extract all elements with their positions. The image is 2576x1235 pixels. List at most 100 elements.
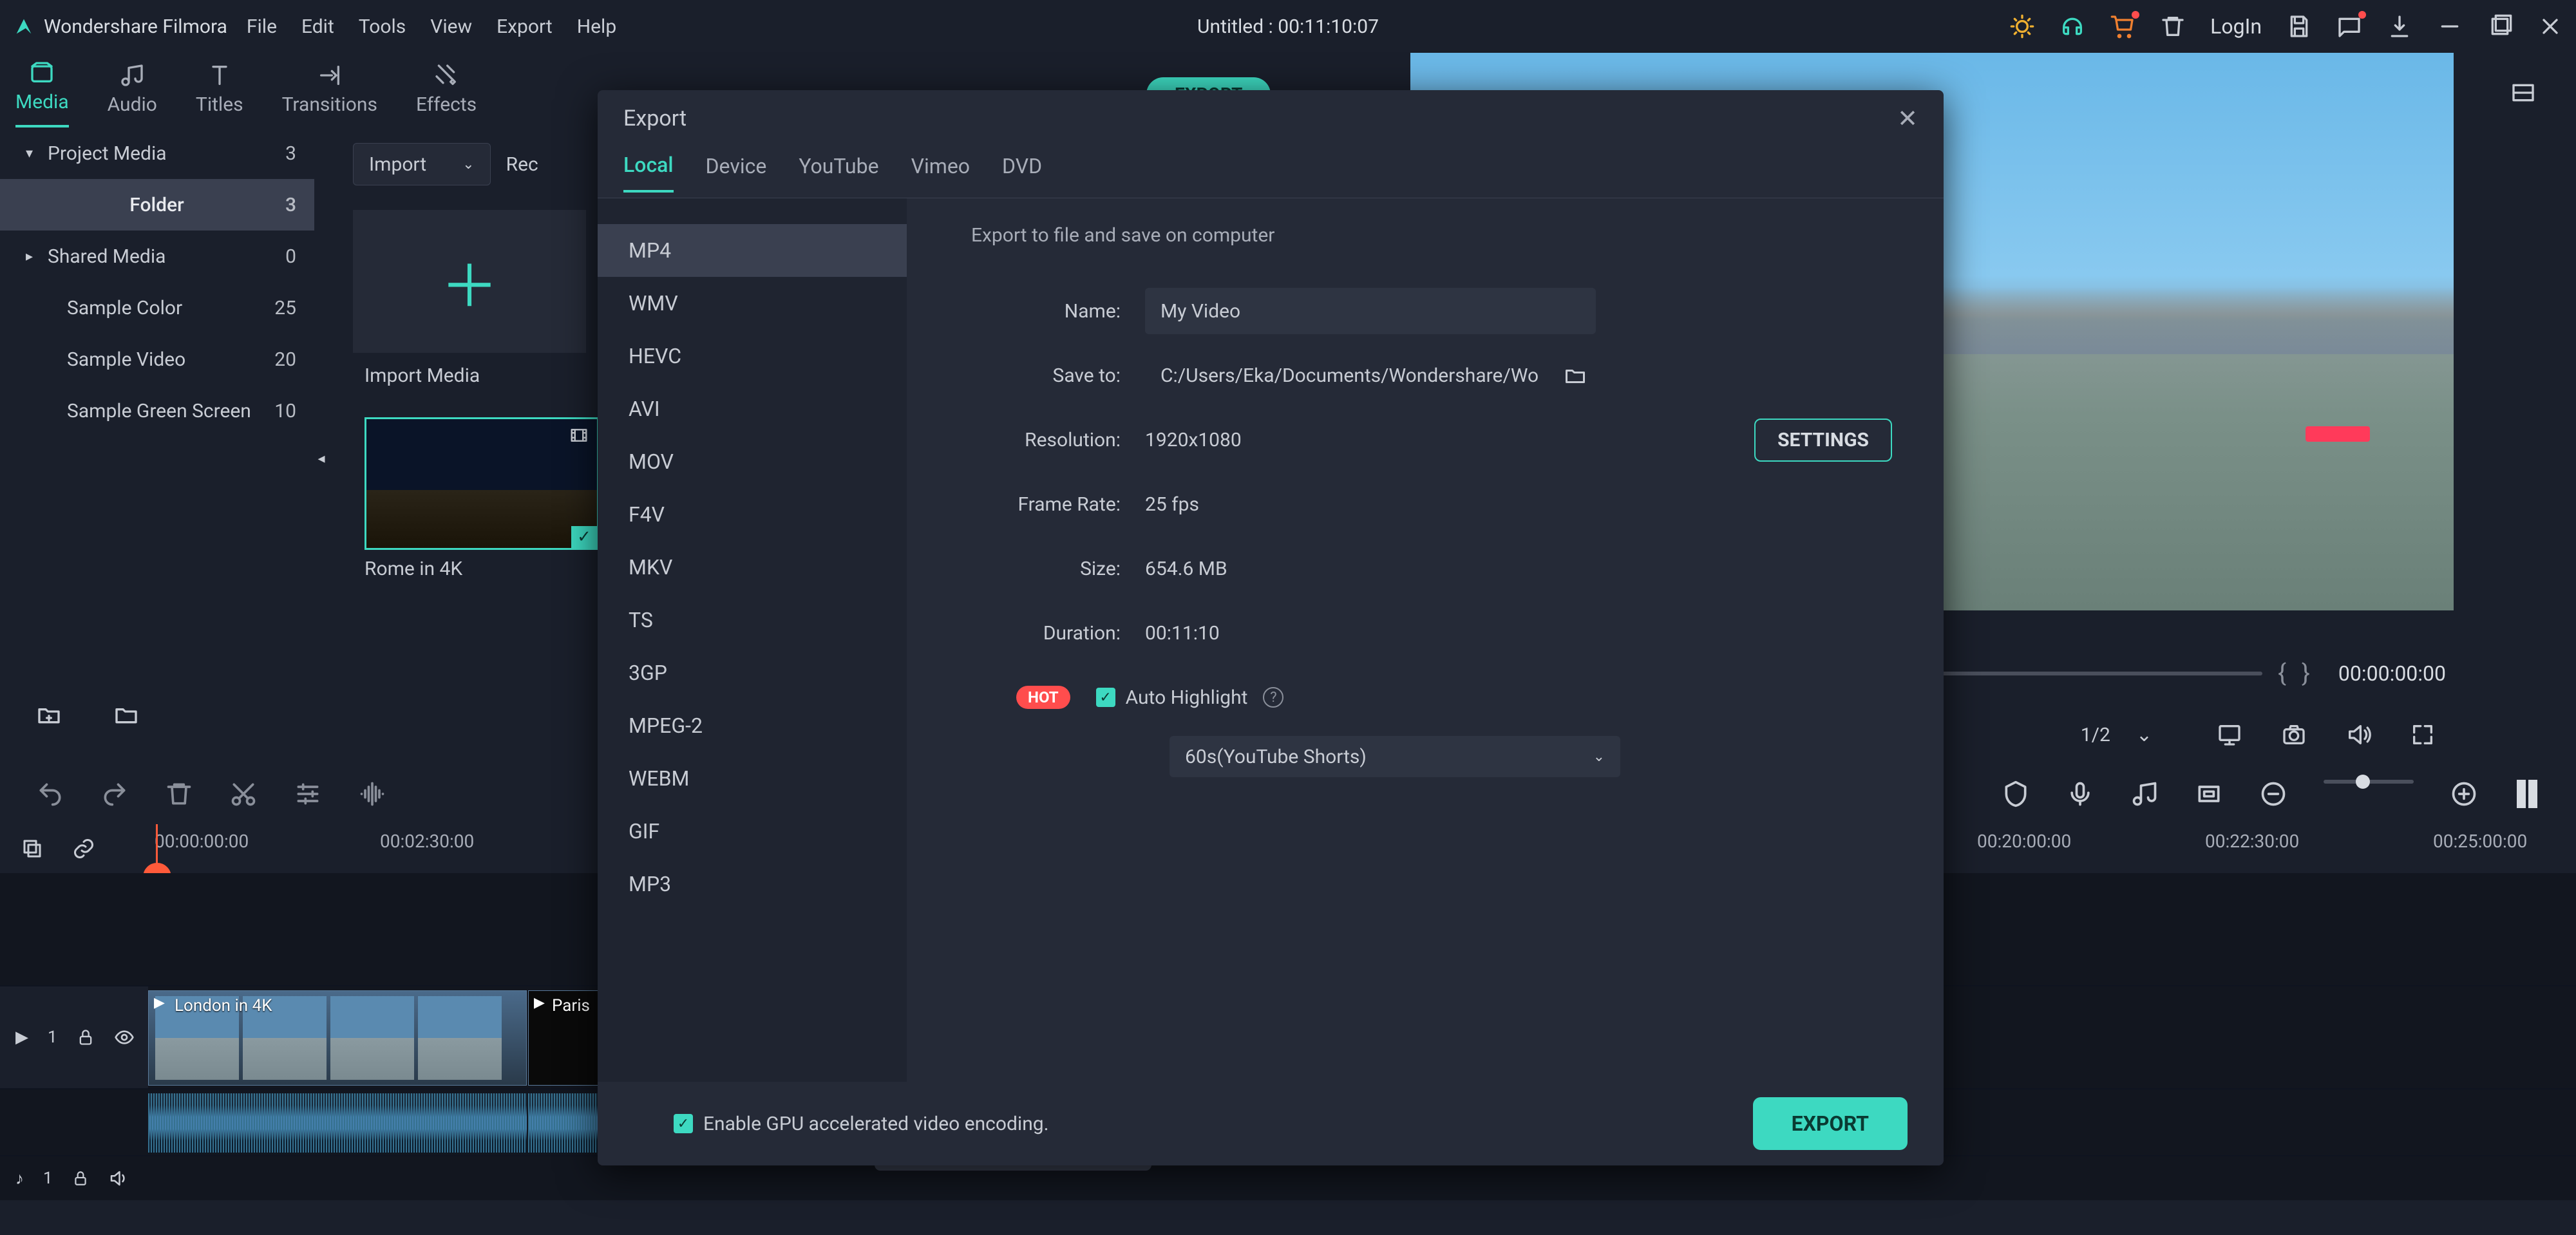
format-wmv[interactable]: WMV (598, 277, 907, 330)
adjust-icon[interactable] (294, 780, 322, 808)
export-tab-local[interactable]: Local (623, 153, 674, 193)
clip-thumbnail[interactable]: ✓ (365, 417, 599, 550)
tab-transitions[interactable]: Transitions (282, 62, 377, 127)
cart-icon[interactable] (2110, 14, 2136, 39)
support-icon[interactable] (2060, 14, 2085, 39)
zoom-slider[interactable] (2324, 780, 2414, 784)
monitor-icon[interactable] (2217, 722, 2242, 748)
lock-icon[interactable] (77, 1028, 95, 1046)
timeline-clip-paris[interactable]: ▶ Paris (528, 990, 599, 1086)
new-folder-icon[interactable] (36, 702, 62, 728)
auto-highlight-checkbox[interactable]: ✓ (1096, 688, 1115, 707)
menu-tools[interactable]: Tools (359, 15, 406, 38)
export-tab-youtube[interactable]: YouTube (799, 154, 878, 191)
format-mpeg2[interactable]: MPEG-2 (598, 699, 907, 752)
sidebar-count: 3 (285, 142, 296, 165)
eye-icon[interactable] (114, 1027, 135, 1048)
format-hevc[interactable]: HEVC (598, 330, 907, 382)
export-tab-dvd[interactable]: DVD (1002, 154, 1042, 191)
sidebar-item-shared-media[interactable]: ▸ Shared Media 0 (0, 231, 314, 282)
lock-icon[interactable] (72, 1170, 89, 1187)
zoom-out-icon[interactable] (2259, 780, 2287, 808)
tab-titles[interactable]: Titles (196, 62, 243, 127)
redo-icon[interactable] (100, 780, 129, 808)
menu-file[interactable]: File (247, 15, 277, 38)
marker-icon[interactable] (2002, 780, 2030, 808)
maximize-icon[interactable] (2487, 14, 2513, 39)
browse-folder-icon[interactable] (1564, 364, 1587, 387)
volume-icon[interactable] (2345, 722, 2371, 748)
cut-icon[interactable] (229, 780, 258, 808)
format-mp3[interactable]: MP3 (598, 858, 907, 910)
collapse-sidebar-icon[interactable]: ◂ (314, 444, 328, 473)
chevron-down-icon[interactable]: ⌄ (2136, 724, 2152, 746)
tab-effects[interactable]: Effects (416, 62, 477, 127)
format-mp4[interactable]: MP4 (598, 224, 907, 277)
format-webm[interactable]: WEBM (598, 752, 907, 805)
tab-audio[interactable]: Audio (108, 62, 157, 127)
sidebar-item-folder[interactable]: Folder 3 (0, 179, 314, 231)
undo-icon[interactable] (36, 780, 64, 808)
tab-media[interactable]: Media (15, 60, 69, 127)
folder-icon[interactable] (113, 702, 139, 728)
name-input[interactable]: My Video (1145, 288, 1596, 334)
delete-icon[interactable] (2160, 14, 2186, 39)
media-clip-tile[interactable]: ✓ Rome in 4K (365, 417, 599, 580)
saveto-path[interactable]: C:/Users/Eka/Documents/Wondershare/Wo (1145, 352, 1557, 399)
timeline-clip-london[interactable]: ▶ London in 4K (148, 990, 527, 1086)
mic-icon[interactable] (2066, 780, 2094, 808)
preview-pager[interactable]: 1/2 ⌄ (2081, 724, 2152, 746)
format-ts[interactable]: TS (598, 594, 907, 646)
tab-effects-label: Effects (416, 93, 477, 116)
menu-export[interactable]: Export (497, 15, 553, 38)
export-tab-vimeo[interactable]: Vimeo (911, 154, 970, 191)
format-f4v[interactable]: F4V (598, 488, 907, 541)
import-dropdown[interactable]: Import ⌄ (353, 143, 491, 185)
trash-icon[interactable] (165, 780, 193, 808)
settings-button[interactable]: SETTINGS (1754, 419, 1892, 462)
sidebar-item-sample-video[interactable]: Sample Video 20 (0, 334, 314, 385)
mark-out-icon[interactable]: } (2302, 659, 2310, 688)
camera-icon[interactable] (2281, 722, 2307, 748)
close-icon[interactable] (2537, 14, 2563, 39)
link-icon[interactable] (72, 837, 95, 860)
music-icon[interactable] (2130, 780, 2159, 808)
audio-wave-icon[interactable] (358, 780, 386, 808)
zoom-in-icon[interactable] (2450, 780, 2478, 808)
menu-help[interactable]: Help (577, 15, 616, 38)
menu-edit[interactable]: Edit (301, 15, 334, 38)
import-media-tile[interactable]: ＋ (353, 210, 586, 353)
format-avi[interactable]: AVI (598, 382, 907, 435)
login-button[interactable]: LogIn (2210, 14, 2262, 39)
sidebar-item-sample-color[interactable]: Sample Color 25 (0, 282, 314, 334)
format-3gp[interactable]: 3GP (598, 646, 907, 699)
format-mov[interactable]: MOV (598, 435, 907, 488)
minimize-icon[interactable] (2437, 14, 2463, 39)
sidebar-item-sample-green[interactable]: Sample Green Screen 10 (0, 385, 314, 437)
message-icon[interactable] (2336, 14, 2362, 39)
mark-in-icon[interactable]: { (2278, 659, 2286, 688)
gpu-checkbox-row[interactable]: ✓ Enable GPU accelerated video encoding. (674, 1113, 1049, 1135)
menu-view[interactable]: View (430, 15, 472, 38)
speaker-icon[interactable] (108, 1169, 128, 1188)
dialog-close-icon[interactable]: ✕ (1897, 104, 1918, 133)
record-button[interactable]: Rec (506, 153, 538, 176)
sidebar-item-project-media[interactable]: ▾ Project Media 3 (0, 127, 314, 179)
export-button[interactable]: EXPORT (1753, 1097, 1908, 1150)
highlight-preset-select[interactable]: 60s(YouTube Shorts) ⌄ (1170, 736, 1620, 777)
tips-icon[interactable] (2009, 14, 2035, 39)
layout-icon[interactable] (2509, 80, 2537, 106)
copy-icon[interactable] (21, 837, 44, 860)
fullscreen-icon[interactable] (2410, 722, 2436, 748)
format-gif[interactable]: GIF (598, 805, 907, 858)
download-icon[interactable] (2387, 14, 2412, 39)
export-tab-device[interactable]: Device (706, 154, 767, 191)
format-mkv[interactable]: MKV (598, 541, 907, 594)
save-icon[interactable] (2286, 14, 2312, 39)
pager-text: 1/2 (2081, 724, 2110, 746)
help-icon[interactable]: ? (1263, 687, 1283, 708)
crop-icon[interactable] (2195, 780, 2223, 808)
gpu-checkbox[interactable]: ✓ (674, 1114, 693, 1133)
fit-icon[interactable] (2514, 780, 2537, 808)
audio-clip[interactable] (148, 1093, 527, 1153)
